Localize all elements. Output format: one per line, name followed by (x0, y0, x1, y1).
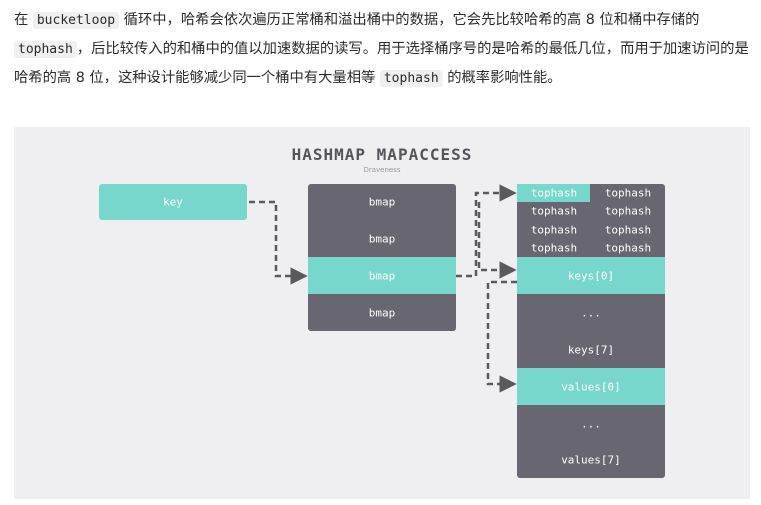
tophash-cell: tophash (605, 224, 651, 237)
arrow-keys-to-values (486, 280, 517, 393)
bucket-bmap-2: bmap (369, 270, 396, 283)
tophash-cell: tophash (531, 187, 577, 200)
text-run: 的概率影响性能。 (442, 70, 562, 86)
slot-values-7: values[7] (561, 454, 621, 467)
hashmap-mapaccess-diagram: HASHMAP MAPACCESS Draveness key bmap bma… (14, 127, 750, 499)
slot-keys-7: keys[7] (568, 344, 614, 357)
arrow-key-to-bucket (249, 200, 308, 285)
tophash-cell: tophash (531, 224, 577, 237)
tophash-cell: tophash (531, 242, 577, 255)
bucket-bmap-3: bmap (369, 307, 396, 320)
description-paragraph: 在 bucketloop 循环中，哈希会依次遍历正常桶和溢出桶中的数据，它会先比… (14, 6, 749, 93)
slot-values-ellipsis: ... (581, 418, 601, 431)
slot-values-0: values[0] (561, 381, 621, 394)
diagram-canvas: key bmap bmap bmap bmap tophash tophash … (99, 184, 665, 478)
bucket-bmap-0: bmap (369, 196, 396, 209)
bucket-bmap-1: bmap (369, 233, 396, 246)
tophash-cell: tophash (605, 187, 651, 200)
inline-code-tophash: tophash (379, 70, 443, 87)
inline-code-bucketloop: bucketloop (32, 12, 120, 29)
key-label: key (163, 196, 183, 209)
text-run: 循环中，哈希会依次遍历正常桶和溢出桶中的数据，它会先比较哈希的高 8 位和桶中存… (119, 12, 700, 28)
key-box: key (99, 184, 247, 220)
inline-code-tophash: tophash (14, 41, 77, 58)
bmap-detail: tophash tophash tophash tophash tophash … (517, 184, 665, 478)
slot-keys-ellipsis: ... (581, 307, 601, 320)
tophash-cell: tophash (531, 205, 577, 218)
arrow-bucket-to-tophash (456, 184, 517, 278)
bucket-array: bmap bmap bmap bmap (308, 184, 456, 331)
text-run: 在 (14, 12, 33, 28)
slot-keys-0: keys[0] (568, 270, 614, 283)
arrow-tophash-to-keys (477, 202, 517, 279)
tophash-cell: tophash (605, 205, 651, 218)
tophash-cell: tophash (605, 242, 651, 255)
